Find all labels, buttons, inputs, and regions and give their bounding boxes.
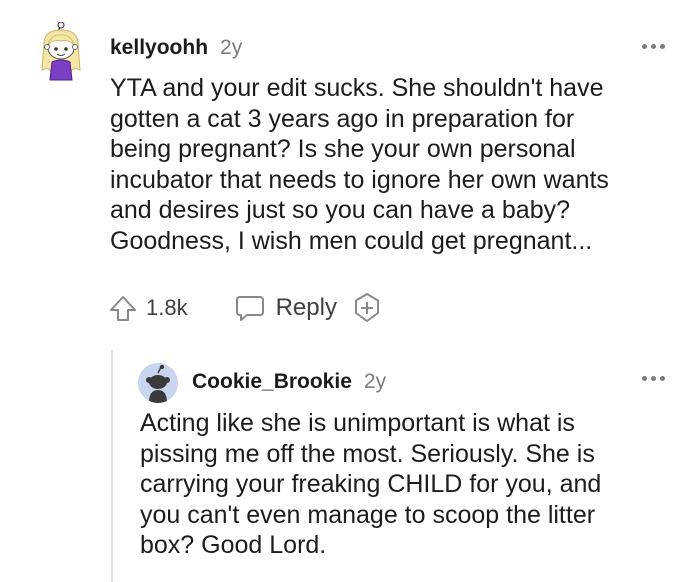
comment-meta: Cookie_Brookie 2y xyxy=(192,370,386,394)
comment-body: Acting like she is unimportant is what i… xyxy=(140,409,602,560)
username[interactable]: Cookie_Brookie xyxy=(192,370,352,394)
avatar[interactable] xyxy=(138,363,178,403)
more-options-icon[interactable] xyxy=(642,376,665,381)
comment-age: 2y xyxy=(363,370,387,393)
reply-comment: Cookie_Brookie 2y Acting like she is uni… xyxy=(0,0,700,582)
snoo-avatar-icon xyxy=(138,363,178,403)
comment: kellyoohh 2y YTA and your edit sucks. Sh… xyxy=(0,0,700,582)
